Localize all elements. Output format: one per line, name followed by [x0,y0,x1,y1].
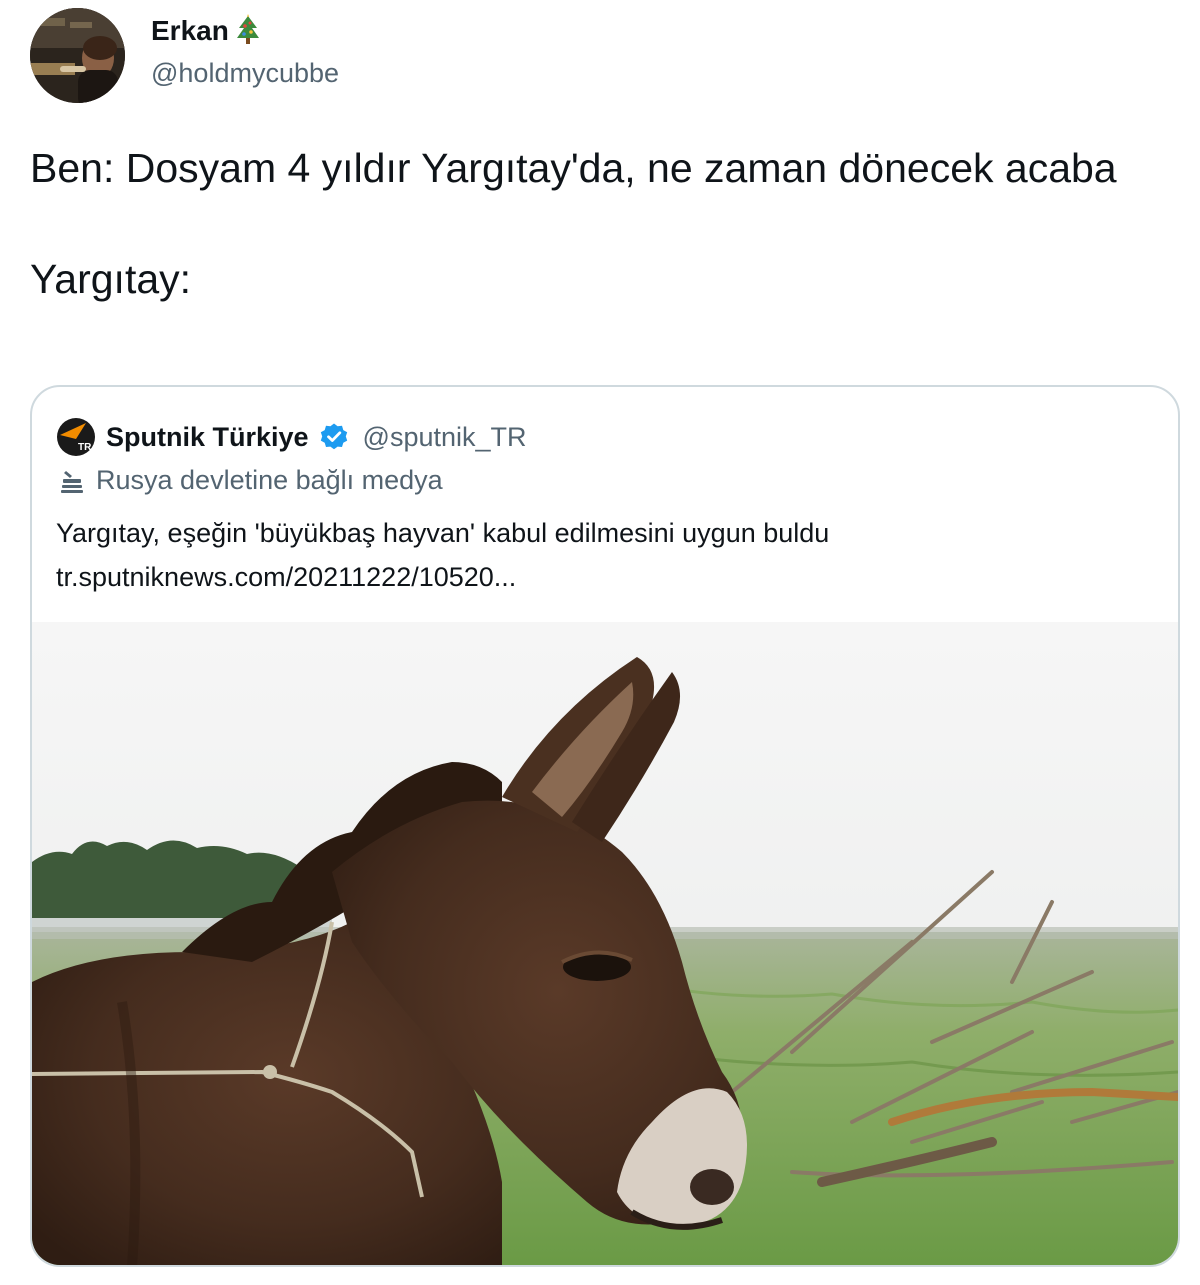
sputnik-logo-text: TR [78,442,92,453]
tweet-text: Ben: Dosyam 4 yıldır Yargıtay'da, ne zam… [30,140,1170,307]
quoted-tweet-text: Yargıtay, eşeğin 'büyükbaş hayvan' kabul… [56,511,829,599]
verified-badge-icon [320,423,347,450]
state-media-label-text: Rusya devletine bağlı medya [96,465,443,495]
state-media-icon [61,470,83,493]
tweet-line-1: Ben: Dosyam 4 yıldır Yargıtay'da, ne zam… [30,145,1117,191]
quoted-author-name[interactable]: Sputnik Türkiye [106,422,309,453]
quoted-tweet-link[interactable]: tr.sputniknews.com/20211222/10520... [56,555,829,599]
author-name[interactable]: Erkan [151,14,261,48]
quoted-author-handle[interactable]: @sputnik_TR [363,422,527,453]
state-media-label[interactable]: Rusya devletine bağlı medya [58,465,443,496]
quoted-tweet-card[interactable]: TR Sputnik Türkiye @sputnik_TR Rusya dev… [30,385,1180,1267]
donkey-photo [32,622,1178,1265]
sputnik-logo-icon[interactable]: TR [56,417,96,457]
christmas-tree-icon [236,14,259,44]
author-avatar[interactable] [30,8,125,103]
quoted-tweet-header: TR Sputnik Türkiye @sputnik_TR [56,417,527,457]
avatar-photo [30,8,125,103]
quoted-tweet-media[interactable] [32,622,1178,1265]
author-handle[interactable]: @holdmycubbe [151,58,339,89]
tweet-line-2: Yargıtay: [30,256,192,302]
author-name-text: Erkan [151,15,229,46]
quoted-tweet-body: Yargıtay, eşeğin 'büyükbaş hayvan' kabul… [56,518,830,548]
